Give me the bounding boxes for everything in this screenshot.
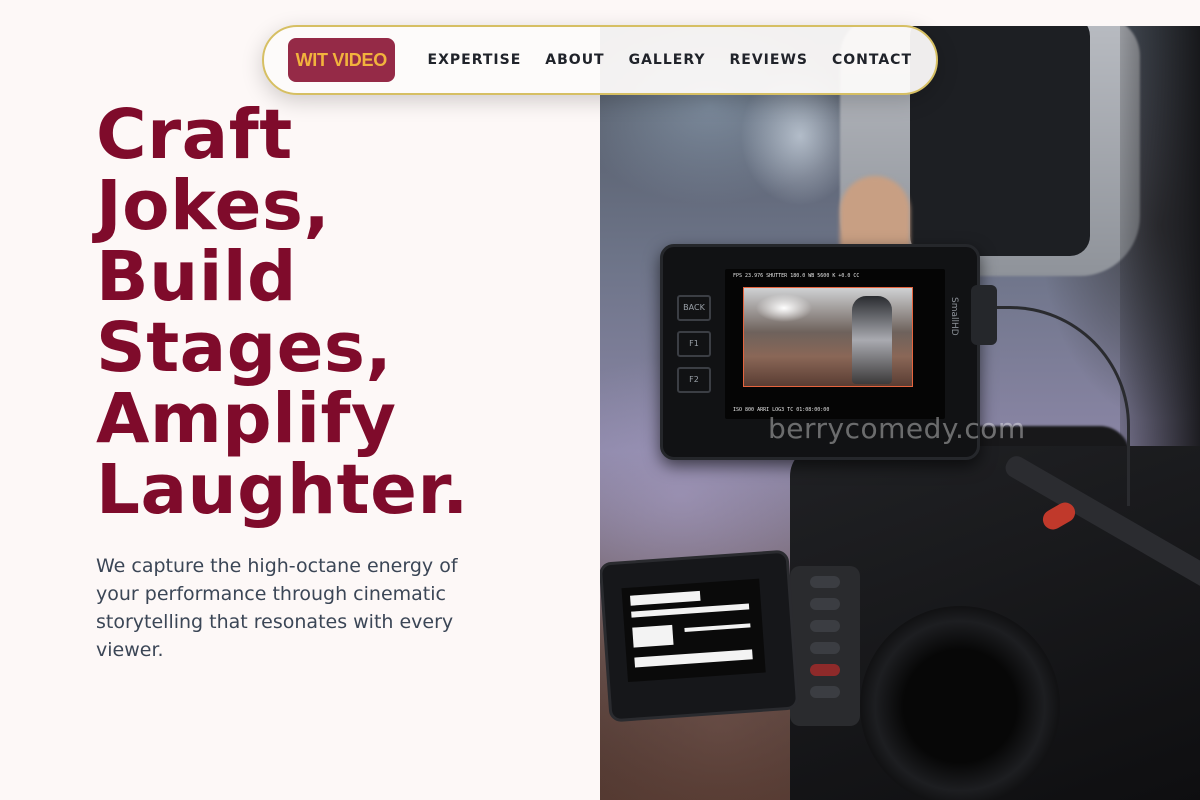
nav-link-gallery[interactable]: GALLERY [629,52,706,68]
monitor-hud-top: FPS 23.976 SHUTTER 180.0 WB 5600 K +0.0 … [733,273,860,279]
monitor-live-view [743,287,913,387]
camera-button-panel [790,566,860,726]
nav-link-contact[interactable]: CONTACT [832,52,912,68]
nav-link-about[interactable]: ABOUT [545,52,604,68]
monitor-figure [852,296,892,384]
headline-line: Laughter. [96,450,469,530]
camera-side-display [600,549,800,723]
hero-camera-photo: BACK F1 F2 FPS 23.976 SHUTTER 180.0 WB 5… [600,26,1200,800]
headline-line: Stages, [96,308,393,388]
headline-line: Build [96,237,297,317]
monitor-mount [971,285,997,345]
top-navigation: WIT VIDEO EXPERTISE ABOUT GALLERY REVIEW… [262,25,938,95]
monitor-f1-button: F1 [677,331,711,357]
monitor-screen: FPS 23.976 SHUTTER 180.0 WB 5600 K +0.0 … [725,269,945,419]
headline-line: Jokes, [96,166,331,246]
headline-line: Amplify [96,379,397,459]
nav-link-reviews[interactable]: REVIEWS [730,52,808,68]
monitor-brand-label: SmallHD [949,297,959,336]
hero-headline: Craft Jokes, Build Stages, Amplify Laugh… [96,100,576,526]
camera-lens [860,606,1060,800]
monitor-buttons: BACK F1 F2 [677,295,717,415]
headline-line: Craft [96,95,293,175]
hero-subcopy: We capture the high-octane energy of you… [96,555,458,661]
monitor-f2-button: F2 [677,367,711,393]
monitor-back-button: BACK [677,295,711,321]
logo-button[interactable]: WIT VIDEO [288,38,395,82]
watermark-text: berrycomedy.com [768,412,1026,445]
nav-link-expertise[interactable]: EXPERTISE [428,52,522,68]
nav-links: EXPERTISE ABOUT GALLERY REVIEWS CONTACT [428,52,936,68]
cinema-camera-body [790,306,1200,800]
